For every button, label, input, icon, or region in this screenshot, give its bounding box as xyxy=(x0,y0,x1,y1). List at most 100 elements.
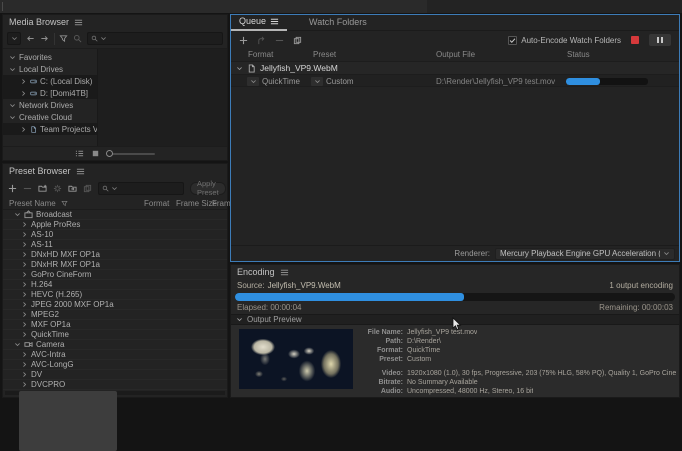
preset-list-item[interactable]: QuickTime xyxy=(3,330,227,340)
column-preset[interactable]: Preset xyxy=(313,50,336,59)
chevron-icon[interactable] xyxy=(21,311,28,318)
queue-source-row[interactable]: Jellyfish_VP9.WebM xyxy=(231,61,679,74)
column-status[interactable]: Status xyxy=(567,50,590,59)
preset-search-box[interactable] xyxy=(98,182,184,195)
chevron-icon[interactable] xyxy=(21,271,28,278)
chevron-icon[interactable] xyxy=(21,331,28,338)
preset-list-item[interactable]: AS-11 xyxy=(3,240,227,250)
chevron-icon[interactable] xyxy=(21,361,28,368)
chevron-icon[interactable] xyxy=(9,66,16,73)
column-format[interactable]: Format xyxy=(248,50,273,59)
preset-list-item[interactable]: DNxHR MXF OP1a xyxy=(3,260,227,270)
column-output-file[interactable]: Output File xyxy=(436,50,475,59)
delete-preset-button[interactable] xyxy=(23,184,32,193)
column-preset-name[interactable]: Preset Name xyxy=(9,199,56,208)
chevron-icon[interactable] xyxy=(21,281,28,288)
preset-list-item[interactable]: AVC-Intra xyxy=(3,350,227,360)
preset-list-item[interactable]: Camera xyxy=(3,340,227,350)
output-format[interactable]: QuickTime xyxy=(262,77,300,86)
media-path-dropdown[interactable] xyxy=(7,32,21,45)
preset-list-item[interactable]: H.264 xyxy=(3,280,227,290)
add-output-button[interactable] xyxy=(257,36,266,45)
chevron-icon[interactable] xyxy=(9,114,16,121)
chevron-icon[interactable] xyxy=(20,90,27,97)
preset-list-item[interactable]: AS-10 xyxy=(3,230,227,240)
duplicate-button[interactable] xyxy=(293,36,302,45)
preset-list-item[interactable]: DV xyxy=(3,370,227,380)
preset-settings-button[interactable] xyxy=(53,184,62,193)
chevron-icon[interactable] xyxy=(21,261,28,268)
chevron-icon[interactable] xyxy=(21,251,28,258)
panel-menu-icon[interactable] xyxy=(76,167,85,176)
renderer-dropdown[interactable]: Mercury Playback Engine GPU Acceleration… xyxy=(495,248,675,260)
export-presets-button[interactable] xyxy=(83,184,92,193)
chevron-down-icon[interactable] xyxy=(236,65,243,72)
media-tree-item[interactable]: Team Projects Versions xyxy=(3,123,97,135)
add-source-button[interactable] xyxy=(239,36,248,45)
media-tree-item[interactable]: Network Drives xyxy=(3,99,97,111)
media-tree-item[interactable]: Local Drives xyxy=(3,63,97,75)
chevron-icon[interactable] xyxy=(9,102,16,109)
pause-queue-button[interactable] xyxy=(649,34,671,46)
media-tree-item[interactable]: C: (Local Disk) xyxy=(3,75,97,87)
chevron-icon[interactable] xyxy=(21,351,28,358)
thumbnail-view-icon[interactable] xyxy=(91,149,100,158)
media-search-box[interactable] xyxy=(87,32,223,45)
media-tree-item[interactable]: Creative Cloud xyxy=(3,111,97,123)
scrollbar-thumb[interactable] xyxy=(19,391,117,451)
preset-list-item[interactable]: DNxHD MXF OP1a xyxy=(3,250,227,260)
filter-funnel-icon[interactable] xyxy=(59,34,68,43)
preset-list-item[interactable]: DVCPRO xyxy=(3,380,227,390)
chevron-icon[interactable] xyxy=(21,241,28,248)
panel-menu-icon[interactable] xyxy=(74,18,83,27)
chevron-icon[interactable] xyxy=(14,211,21,218)
preset-dropdown[interactable] xyxy=(311,77,323,86)
tab-watch-folders[interactable]: Watch Folders xyxy=(301,17,375,30)
preset-search-input[interactable] xyxy=(120,184,180,193)
output-file-path[interactable]: D:\Render\Jellyfish_VP9 test.mov xyxy=(436,77,555,86)
preset-list-item[interactable]: Broadcast xyxy=(3,210,227,220)
media-search-input[interactable] xyxy=(109,34,219,43)
chevron-icon[interactable] xyxy=(21,371,28,378)
slider-knob[interactable] xyxy=(106,150,113,157)
remove-button[interactable] xyxy=(275,36,284,45)
list-view-icon[interactable] xyxy=(75,149,84,158)
queue-output-row[interactable]: QuickTime Custom D:\Render\Jellyfish_VP9… xyxy=(231,74,679,87)
chevron-icon[interactable] xyxy=(21,301,28,308)
chevron-icon[interactable] xyxy=(20,78,27,85)
output-preset[interactable]: Custom xyxy=(326,77,354,86)
preset-list-item[interactable]: JPEG 2000 MXF OP1a xyxy=(3,300,227,310)
media-tree-item[interactable]: Favorites xyxy=(3,51,97,63)
media-tree-item[interactable]: D: [Domi4TB] xyxy=(3,87,97,99)
chevron-icon[interactable] xyxy=(9,54,16,61)
magnifier-icon[interactable] xyxy=(73,34,82,43)
preset-list-item[interactable]: HEVC (H.265) xyxy=(3,290,227,300)
forward-arrow-icon[interactable] xyxy=(40,34,49,43)
stop-queue-button[interactable] xyxy=(631,36,639,44)
apply-preset-button[interactable]: Apply Preset xyxy=(190,182,226,195)
filter-funnel-icon[interactable] xyxy=(61,200,68,207)
chevron-icon[interactable] xyxy=(20,126,27,133)
thumbnail-size-slider[interactable] xyxy=(107,153,155,155)
preset-list-item[interactable]: MPEG2 xyxy=(3,310,227,320)
preset-list-item[interactable]: GoPro CineForm xyxy=(3,270,227,280)
chevron-icon[interactable] xyxy=(14,341,21,348)
panel-menu-icon[interactable] xyxy=(270,17,279,26)
tab-queue[interactable]: Queue xyxy=(231,16,287,31)
import-presets-button[interactable] xyxy=(68,184,77,193)
column-frame-size[interactable]: Frame Size xyxy=(176,199,217,208)
horizontal-scrollbar[interactable] xyxy=(5,391,225,395)
create-preset-button[interactable] xyxy=(8,184,17,193)
chevron-icon[interactable] xyxy=(21,221,28,228)
auto-encode-checkbox[interactable] xyxy=(508,36,517,45)
preset-list-item[interactable]: AVC-LongG xyxy=(3,360,227,370)
preset-list-item[interactable]: Apple ProRes xyxy=(3,220,227,230)
chevron-icon[interactable] xyxy=(21,381,28,388)
new-preset-group-button[interactable] xyxy=(38,184,47,193)
panel-menu-icon[interactable] xyxy=(280,268,289,277)
back-arrow-icon[interactable] xyxy=(26,34,35,43)
format-dropdown[interactable] xyxy=(247,77,259,86)
chevron-icon[interactable] xyxy=(21,231,28,238)
preset-list-item[interactable]: MXF OP1a xyxy=(3,320,227,330)
column-format[interactable]: Format xyxy=(144,199,169,208)
